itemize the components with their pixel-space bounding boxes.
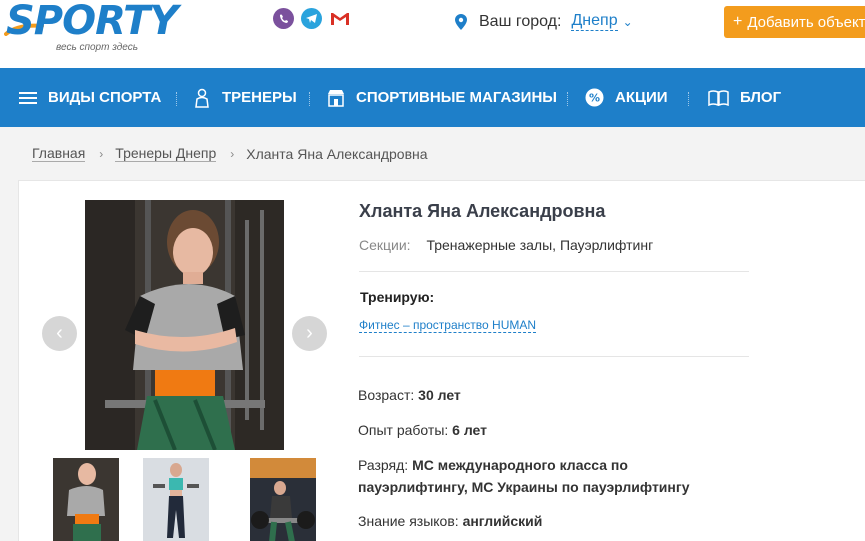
nav-label: ТРЕНЕРЫ <box>222 89 297 106</box>
nav-divider <box>309 92 310 106</box>
plus-icon: + <box>733 13 743 30</box>
nav-divider <box>688 92 689 106</box>
gallery-prev-button[interactable]: ‹ <box>42 316 77 351</box>
chevron-down-icon[interactable]: ⌄ <box>623 15 633 29</box>
nav-label: АКЦИИ <box>615 89 668 106</box>
nav-divider <box>567 92 568 106</box>
experience-label: Опыт работы: <box>358 422 449 438</box>
add-object-label: Добавить объект <box>747 13 865 31</box>
languages-value: английский <box>462 513 543 529</box>
site-logo[interactable]: SPORTY весь спорт здесь <box>4 0 186 56</box>
nav-label: ВИДЫ СПОРТА <box>48 89 162 106</box>
nav-item-shops[interactable]: СПОРТИВНЫЕ МАГАЗИНЫ <box>327 68 557 127</box>
trainer-sections: Секции: Тренажерные залы, Пауэрлифтинг <box>359 237 653 253</box>
divider <box>359 271 749 272</box>
breadcrumb-current: Хланта Яна Александровна <box>246 145 428 162</box>
main-nav: ВИДЫ СПОРТА ТРЕНЕРЫ СПОРТИВНЫЕ МАГАЗИНЫ … <box>0 68 865 127</box>
gallery-thumbnail[interactable] <box>143 458 209 541</box>
percent-icon: % <box>585 88 604 107</box>
age-value: 30 лет <box>418 387 461 403</box>
menu-icon <box>19 91 37 104</box>
breadcrumb-trainers[interactable]: Тренеры Днепр <box>115 145 217 162</box>
nav-item-sports[interactable]: ВИДЫ СПОРТА <box>19 68 161 127</box>
languages-label: Знание языков: <box>358 513 459 529</box>
breadcrumb-home[interactable]: Главная <box>32 145 86 162</box>
sections-value: Тренажерные залы, Пауэрлифтинг <box>426 237 654 253</box>
gallery-thumbnail[interactable] <box>250 458 316 541</box>
nav-item-trainers[interactable]: ТРЕНЕРЫ <box>193 68 297 127</box>
rank-value-line1: МС международного класса по <box>412 457 628 473</box>
chevron-right-icon: › <box>99 146 104 161</box>
languages-row: Знание языков: английский <box>358 510 542 532</box>
experience-value: 6 лет <box>452 422 488 438</box>
experience-row: Опыт работы: 6 лет <box>358 419 487 441</box>
viber-icon[interactable] <box>273 8 294 29</box>
gallery-thumbnail[interactable] <box>53 458 119 541</box>
shop-icon <box>327 89 345 107</box>
nav-item-blog[interactable]: БЛОГ <box>708 68 781 127</box>
logo-text: SPORTY <box>6 0 178 44</box>
social-links <box>273 8 350 29</box>
gallery-next-button[interactable]: › <box>292 316 327 351</box>
logo-tagline: весь спорт здесь <box>56 42 138 53</box>
chevron-right-icon: › <box>230 146 235 161</box>
gmail-icon[interactable] <box>329 8 350 29</box>
nav-label: БЛОГ <box>740 89 782 106</box>
svg-text:%: % <box>589 92 600 105</box>
city-selector[interactable]: Ваш город: Днепр ⌄ <box>455 12 633 31</box>
age-label: Возраст: <box>358 387 415 403</box>
location-pin-icon <box>455 13 467 30</box>
book-icon <box>708 89 729 106</box>
trainer-name: Хланта Яна Александровна <box>359 201 606 221</box>
trainer-photo[interactable] <box>85 200 284 450</box>
breadcrumb: Главная › Тренеры Днепр › Хланта Яна Але… <box>32 145 428 162</box>
divider <box>359 356 749 357</box>
telegram-icon[interactable] <box>301 8 322 29</box>
trainer-profile-card: ‹ › Хланта Яна Александровна Секции: Тре… <box>18 180 865 541</box>
rank-value-line2: пауэрлифтингу, МС Украины по пауэрлифтин… <box>358 479 690 495</box>
nav-label: СПОРТИВНЫЕ МАГАЗИНЫ <box>356 89 557 106</box>
city-value[interactable]: Днепр <box>571 12 618 31</box>
add-object-button[interactable]: + Добавить объект <box>724 6 865 38</box>
city-label: Ваш город: <box>479 12 562 30</box>
nav-item-promos[interactable]: % АКЦИИ <box>585 68 668 127</box>
rank-label: Разряд: <box>358 457 409 473</box>
train-label: Тренирую: <box>360 289 435 305</box>
trainer-icon <box>193 88 211 108</box>
rank-row: Разряд: МС международного класса по пауэ… <box>358 454 689 498</box>
sections-label: Секции: <box>359 237 411 253</box>
nav-divider <box>176 92 177 106</box>
gym-link[interactable]: Фитнес – пространство HUMAN <box>359 318 537 333</box>
age-row: Возраст: 30 лет <box>358 384 461 406</box>
top-bar: SPORTY весь спорт здесь Ваш город: Днепр… <box>0 0 865 68</box>
